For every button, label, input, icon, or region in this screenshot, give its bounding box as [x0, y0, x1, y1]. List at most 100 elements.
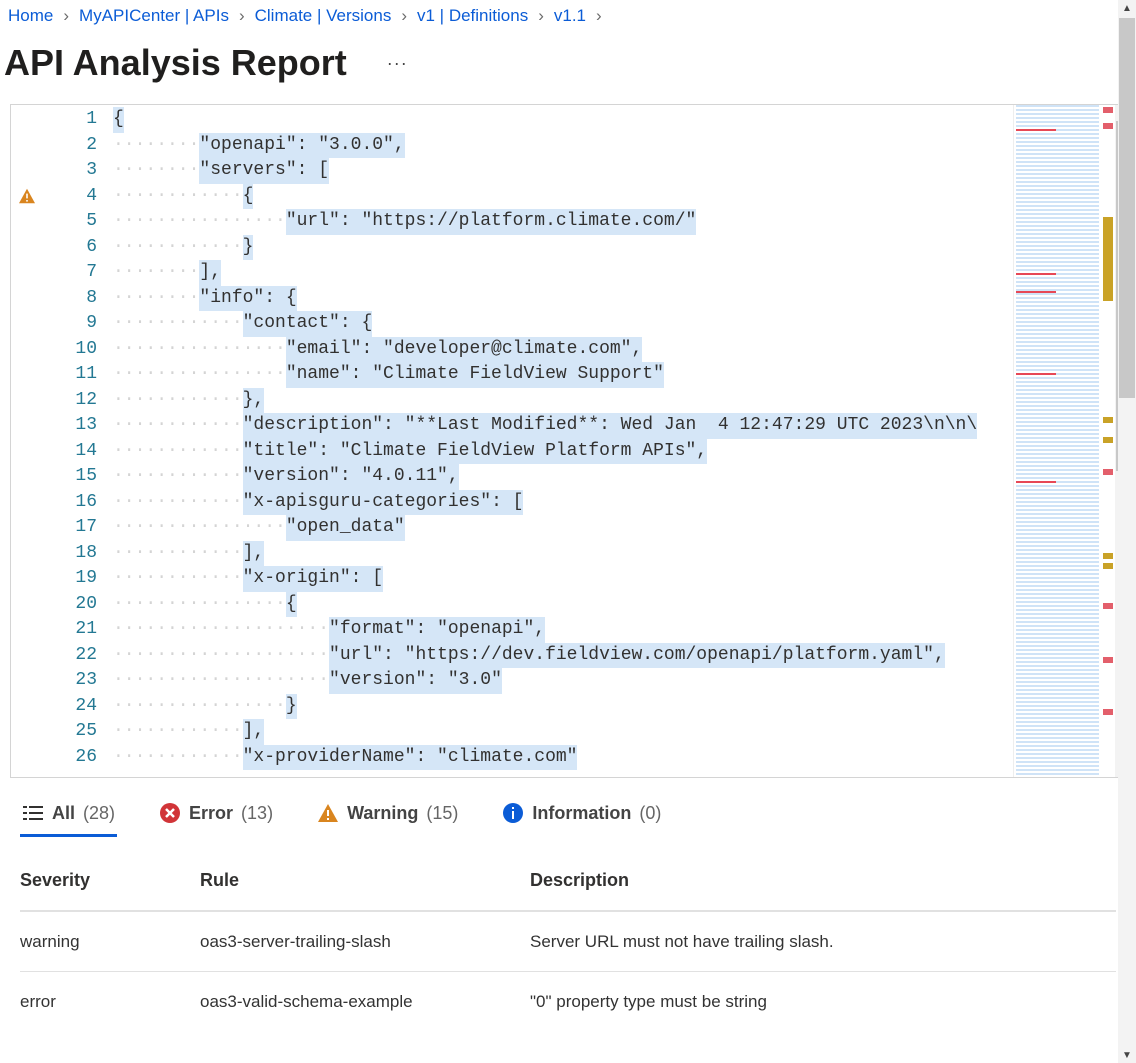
page-title: API Analysis Report	[4, 42, 347, 84]
code-editor[interactable]: 1234567891011121314151617181920212223242…	[10, 104, 1134, 778]
tab-count: (15)	[426, 803, 458, 824]
code-area[interactable]: {········"openapi": "3.0.0",········"ser…	[113, 105, 1013, 777]
scroll-up-icon[interactable]: ▲	[1118, 0, 1136, 16]
glyph-margin	[11, 105, 43, 777]
code-line[interactable]: ················{	[113, 592, 1013, 618]
code-line[interactable]: ················"email": "developer@clim…	[113, 337, 1013, 363]
scrollbar-thumb[interactable]	[1119, 18, 1135, 398]
code-line[interactable]: ················}	[113, 694, 1013, 720]
code-line[interactable]: ········],	[113, 260, 1013, 286]
tab-information[interactable]: Information (0)	[500, 796, 663, 837]
line-number: 4	[43, 184, 97, 210]
code-line[interactable]: ············"contact": {	[113, 311, 1013, 337]
code-line[interactable]: ············"x-providerName": "climate.c…	[113, 745, 1013, 771]
code-line[interactable]: ····················"version": "3.0"	[113, 668, 1013, 694]
line-number: 22	[43, 643, 97, 669]
code-line[interactable]: ····················"url": "https://dev.…	[113, 643, 1013, 669]
col-severity[interactable]: Severity	[20, 854, 200, 907]
tab-error[interactable]: Error (13)	[157, 796, 275, 837]
breadcrumb-item[interactable]: v1.1	[550, 6, 590, 26]
code-line[interactable]: ········"info": {	[113, 286, 1013, 312]
code-line[interactable]: ············"title": "Climate FieldView …	[113, 439, 1013, 465]
breadcrumb-item[interactable]: v1 | Definitions	[413, 6, 532, 26]
tab-label: Error	[189, 803, 233, 824]
line-number: 12	[43, 388, 97, 414]
line-number: 24	[43, 694, 97, 720]
tab-warning[interactable]: Warning (15)	[315, 796, 460, 837]
results-table: Severity Rule Description warningoas3-se…	[0, 843, 1136, 1031]
line-number-gutter: 1234567891011121314151617181920212223242…	[43, 105, 113, 777]
col-rule[interactable]: Rule	[200, 854, 530, 907]
error-icon	[159, 802, 181, 824]
breadcrumb: Home › MyAPICenter | APIs › Climate | Ve…	[0, 0, 1136, 32]
list-icon	[22, 802, 44, 824]
breadcrumb-item[interactable]: Climate | Versions	[251, 6, 396, 26]
line-number: 9	[43, 311, 97, 337]
col-description[interactable]: Description	[530, 854, 1116, 907]
line-number: 20	[43, 592, 97, 618]
page-title-row: API Analysis Report ···	[0, 32, 1136, 104]
tab-label: All	[52, 803, 75, 824]
minimap[interactable]	[1013, 105, 1101, 777]
line-number: 5	[43, 209, 97, 235]
code-line[interactable]: ············{	[113, 184, 1013, 210]
cell-rule: oas3-server-trailing-slash	[200, 916, 530, 968]
chevron-right-icon: ›	[590, 6, 608, 26]
line-number: 21	[43, 617, 97, 643]
code-line[interactable]: ········"servers": [	[113, 158, 1013, 184]
line-number: 19	[43, 566, 97, 592]
scroll-down-icon[interactable]: ▼	[1118, 1047, 1136, 1063]
info-icon	[502, 802, 524, 824]
cell-severity: error	[20, 976, 200, 1028]
chevron-right-icon: ›	[395, 6, 413, 26]
line-number: 1	[43, 107, 97, 133]
result-tabs: All (28) Error (13) Warning (15) Informa…	[0, 782, 1136, 843]
code-line[interactable]: ············},	[113, 388, 1013, 414]
line-number: 8	[43, 286, 97, 312]
code-line[interactable]: ············"x-apisguru-categories": [	[113, 490, 1013, 516]
cell-description: "0" property type must be string	[530, 976, 1116, 1028]
code-line[interactable]: ············}	[113, 235, 1013, 261]
code-line[interactable]: ············"description": "**Last Modif…	[113, 413, 1013, 439]
line-number: 25	[43, 719, 97, 745]
more-actions-button[interactable]: ···	[347, 53, 408, 74]
overview-ruler[interactable]	[1101, 105, 1115, 777]
line-number: 2	[43, 133, 97, 159]
tab-label: Information	[532, 803, 631, 824]
table-row[interactable]: warningoas3-server-trailing-slashServer …	[20, 911, 1116, 971]
line-number: 10	[43, 337, 97, 363]
code-line[interactable]: ················"open_data"	[113, 515, 1013, 541]
cell-description: Server URL must not have trailing slash.	[530, 916, 1116, 968]
chevron-right-icon: ›	[532, 6, 550, 26]
line-number: 26	[43, 745, 97, 771]
code-line[interactable]: ················"url": "https://platform…	[113, 209, 1013, 235]
cell-severity: warning	[20, 916, 200, 968]
code-line[interactable]: ············"version": "4.0.11",	[113, 464, 1013, 490]
line-number: 6	[43, 235, 97, 261]
tab-all[interactable]: All (28)	[20, 796, 117, 837]
line-number: 14	[43, 439, 97, 465]
tab-count: (13)	[241, 803, 273, 824]
line-number: 16	[43, 490, 97, 516]
code-line[interactable]: ········"openapi": "3.0.0",	[113, 133, 1013, 159]
line-number: 3	[43, 158, 97, 184]
code-line[interactable]: ············"x-origin": [	[113, 566, 1013, 592]
warning-icon[interactable]	[18, 188, 36, 204]
tab-label: Warning	[347, 803, 418, 824]
breadcrumb-item[interactable]: Home	[4, 6, 57, 26]
line-number: 15	[43, 464, 97, 490]
warning-icon	[317, 802, 339, 824]
page-vertical-scrollbar[interactable]: ▲ ▼	[1118, 0, 1136, 1063]
chevron-right-icon: ›	[233, 6, 251, 26]
code-line[interactable]: {	[113, 107, 1013, 133]
code-line[interactable]: ················"name": "Climate FieldVi…	[113, 362, 1013, 388]
code-line[interactable]: ············],	[113, 719, 1013, 745]
table-header-row: Severity Rule Description	[20, 851, 1116, 911]
code-line[interactable]: ············],	[113, 541, 1013, 567]
breadcrumb-item[interactable]: MyAPICenter | APIs	[75, 6, 233, 26]
code-line[interactable]: ····················"format": "openapi",	[113, 617, 1013, 643]
table-row[interactable]: erroroas3-valid-schema-example"0" proper…	[20, 971, 1116, 1031]
cell-rule: oas3-valid-schema-example	[200, 976, 530, 1028]
chevron-right-icon: ›	[57, 6, 75, 26]
tab-count: (28)	[83, 803, 115, 824]
